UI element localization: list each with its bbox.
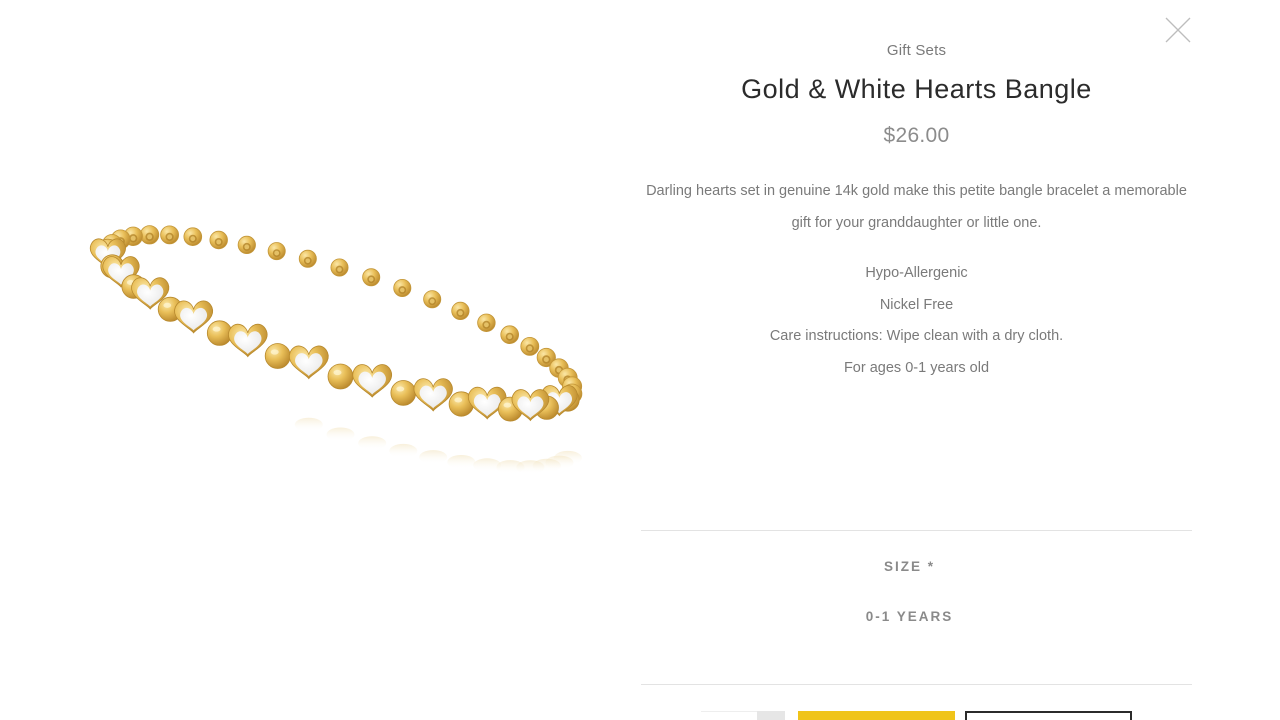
reflection-mark — [447, 455, 476, 469]
reflection-mark — [326, 427, 355, 442]
feature-list: Hypo-Allergenic Nickel Free Care instruc… — [641, 258, 1192, 384]
back-link — [183, 227, 203, 246]
reflection-mark — [419, 450, 448, 465]
buy-now-button[interactable] — [965, 711, 1132, 720]
product-description: Darling hearts set in genuine 14k gold m… — [646, 183, 1187, 231]
bead-link — [390, 380, 417, 406]
back-link — [237, 235, 256, 254]
divider — [641, 684, 1192, 685]
back-link — [451, 301, 470, 320]
size-label: SIZE * — [883, 559, 935, 574]
quick-view-modal: Gift Sets Gold & White Hearts Bangle $26… — [0, 0, 1280, 720]
back-link — [160, 225, 180, 245]
reflection-mark — [473, 458, 502, 473]
back-link — [330, 258, 349, 277]
product-price: $26.00 — [883, 124, 950, 147]
product-image — [0, 0, 640, 720]
feature-item: Hypo-Allergenic — [865, 265, 968, 281]
bangle-illustration — [89, 225, 583, 475]
reflection-mark — [294, 417, 323, 432]
back-link — [393, 278, 412, 298]
back-link — [362, 268, 381, 287]
product-title: Gold & White Hearts Bangle — [741, 74, 1092, 104]
back-link — [209, 230, 228, 250]
divider — [641, 530, 1192, 531]
product-details: Gift Sets Gold & White Hearts Bangle $26… — [641, 0, 1192, 720]
quantity-input[interactable] — [701, 711, 757, 720]
back-link — [500, 325, 520, 345]
reflection-mark — [358, 436, 387, 451]
reflection-mark — [389, 443, 418, 458]
add-to-cart-button[interactable] — [798, 711, 955, 720]
feature-item: Nickel Free — [879, 296, 954, 313]
heart-link — [352, 364, 393, 398]
heart-link — [288, 345, 329, 380]
size-option-0-1-years[interactable]: 0-1 YEARS — [641, 609, 1192, 624]
bead-link — [264, 343, 291, 369]
back-link — [298, 249, 317, 268]
back-link — [423, 290, 442, 309]
heart-link — [413, 378, 453, 412]
quantity-stepper[interactable] — [757, 711, 785, 720]
back-link — [267, 242, 286, 261]
back-link — [140, 225, 160, 245]
feature-item: For ages 0-1 years old — [843, 359, 990, 376]
feature-item: Care instructions: Wipe clean with a dry… — [769, 328, 1064, 344]
bangle-reflection — [294, 417, 582, 475]
back-link — [520, 336, 540, 356]
bead-link — [327, 363, 354, 390]
back-link — [477, 313, 496, 332]
product-category[interactable]: Gift Sets — [641, 42, 1192, 59]
heart-link — [174, 300, 214, 334]
heart-link — [228, 323, 268, 358]
